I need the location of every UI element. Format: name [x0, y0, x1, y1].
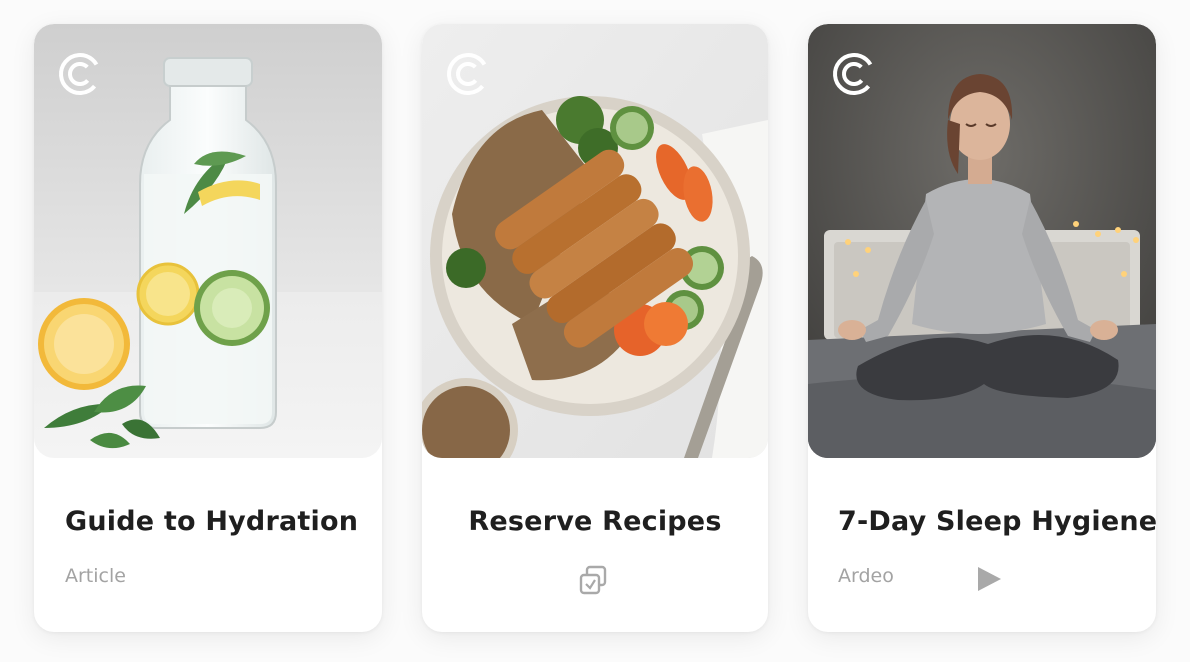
- content-card-sleep-hygiene[interactable]: 7-Day Sleep Hygiene Ardeo: [808, 24, 1156, 632]
- content-type-label: Ardeo: [838, 565, 894, 587]
- brand-c-logo-icon: [447, 53, 489, 95]
- brand-c-logo-icon: [59, 53, 101, 95]
- card-title: 7-Day Sleep Hygiene: [838, 506, 1156, 537]
- content-card-recipes[interactable]: Reserve Recipes: [422, 24, 768, 632]
- content-type-label: Article: [65, 565, 126, 587]
- brand-c-logo-icon: [833, 53, 875, 95]
- card-title: Guide to Hydration: [65, 506, 359, 537]
- card-image-recipe-bowl[interactable]: [422, 24, 768, 458]
- card-image-meditation[interactable]: [808, 24, 1156, 458]
- card-title: Reserve Recipes: [468, 506, 722, 537]
- content-card-hydration[interactable]: Guide to Hydration Article: [34, 24, 382, 632]
- recipe-cards-icon[interactable]: [577, 564, 609, 596]
- card-image-infused-water[interactable]: [34, 24, 382, 458]
- play-icon[interactable]: [974, 564, 1004, 594]
